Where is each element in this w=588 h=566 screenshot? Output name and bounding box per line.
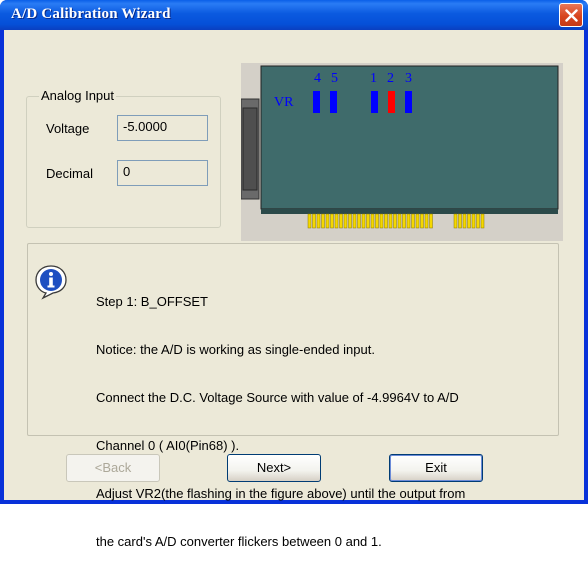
edge-pin xyxy=(366,213,370,229)
edge-pin xyxy=(476,213,480,229)
vr-number-2: 2 xyxy=(387,71,394,86)
vr-4 xyxy=(313,91,320,113)
edge-pin xyxy=(411,213,415,229)
edge-pin xyxy=(393,213,397,229)
analog-input-legend: Analog Input xyxy=(39,88,117,103)
edge-pin xyxy=(388,213,393,229)
voltage-field: -5.0000 xyxy=(117,115,208,141)
next-button[interactable]: Next> xyxy=(227,454,321,482)
vr-number-5: 5 xyxy=(331,71,338,86)
edge-pin xyxy=(462,213,467,229)
step-line-6: the card's A/D converter flickers betwee… xyxy=(96,534,382,549)
edge-pin xyxy=(307,213,312,229)
card-board xyxy=(260,65,559,210)
edge-pin xyxy=(321,213,325,229)
edge-pin xyxy=(415,213,420,229)
edge-pin xyxy=(471,213,476,229)
edge-pin xyxy=(453,213,458,229)
edge-pin xyxy=(312,213,316,229)
vr-number-1: 1 xyxy=(370,71,377,86)
edge-pin xyxy=(420,213,424,229)
vr-3 xyxy=(405,91,412,113)
card-connector xyxy=(242,107,258,191)
edge-pin xyxy=(406,213,411,229)
edge-pin xyxy=(424,213,429,229)
back-button[interactable]: <Back xyxy=(66,454,160,482)
exit-button[interactable]: Exit xyxy=(389,454,483,482)
voltage-label: Voltage xyxy=(46,121,90,136)
vr-number-4: 4 xyxy=(314,71,321,86)
step-line-3: Connect the D.C. Voltage Source with val… xyxy=(96,390,459,405)
edge-pin xyxy=(370,213,375,229)
card-diagram: VR 4 5 1 2 3 xyxy=(241,63,563,241)
title-bar[interactable]: A/D Calibration Wizard xyxy=(0,0,588,30)
edge-pin xyxy=(357,213,361,229)
vr-2-flashing xyxy=(388,91,395,113)
vr-number-3: 3 xyxy=(405,71,412,86)
step-line-5: Adjust VR2(the flashing in the figure ab… xyxy=(96,486,466,501)
step-line-2: Notice: the A/D is working as single-end… xyxy=(96,342,375,357)
vr-1 xyxy=(371,91,378,113)
step-line-1: Step 1: B_OFFSET xyxy=(96,294,208,309)
window-title: A/D Calibration Wizard xyxy=(11,6,171,22)
edge-pin xyxy=(316,213,321,229)
edge-pin xyxy=(339,213,343,229)
edge-pin xyxy=(402,213,406,229)
vr-label: VR xyxy=(274,95,294,110)
edge-pin xyxy=(361,213,366,229)
decimal-field: 0 xyxy=(117,160,208,186)
step-message: Step 1: B_OFFSET Notice: the A/D is work… xyxy=(96,262,465,566)
card-shadow-edge xyxy=(261,209,558,214)
info-icon xyxy=(35,265,67,300)
decimal-label: Decimal xyxy=(46,166,93,181)
vr-5 xyxy=(330,91,337,113)
edge-pin xyxy=(325,213,330,229)
edge-pin xyxy=(375,213,379,229)
edge-pin xyxy=(429,213,433,229)
edge-pin xyxy=(480,213,485,229)
close-button[interactable] xyxy=(559,3,583,27)
edge-pin xyxy=(379,213,384,229)
edge-pin xyxy=(384,213,388,229)
edge-pin xyxy=(348,213,352,229)
edge-pin xyxy=(352,213,357,229)
edge-pin xyxy=(330,213,334,229)
close-icon xyxy=(565,9,578,22)
edge-pin xyxy=(334,213,339,229)
edge-pin xyxy=(467,213,471,229)
edge-connector-pins-short xyxy=(453,213,485,229)
edge-pin xyxy=(343,213,348,229)
step-line-4: Channel 0 ( AI0(Pin68) ). xyxy=(96,438,240,453)
edge-pin xyxy=(458,213,462,229)
edge-pin xyxy=(397,213,402,229)
